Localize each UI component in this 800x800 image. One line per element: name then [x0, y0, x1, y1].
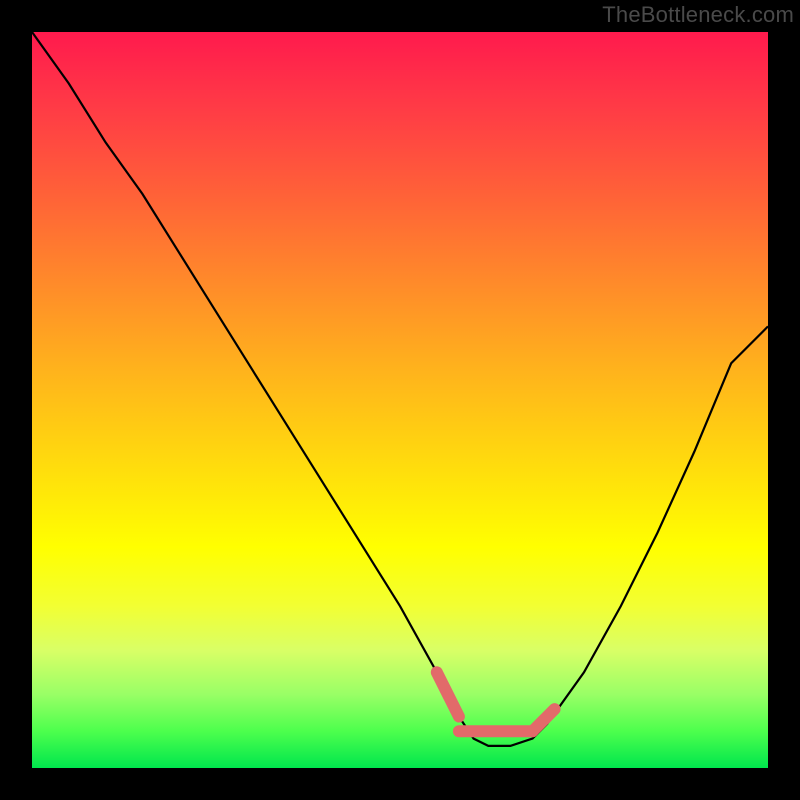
highlight-segment: [533, 709, 555, 731]
chart-frame: TheBottleneck.com: [0, 0, 800, 800]
highlight-segment: [437, 672, 459, 716]
curve-svg: [32, 32, 768, 768]
highlight-segments: [437, 672, 555, 731]
plot-area: [32, 32, 768, 768]
bottleneck-curve-path: [32, 32, 768, 746]
watermark-label: TheBottleneck.com: [602, 2, 794, 28]
